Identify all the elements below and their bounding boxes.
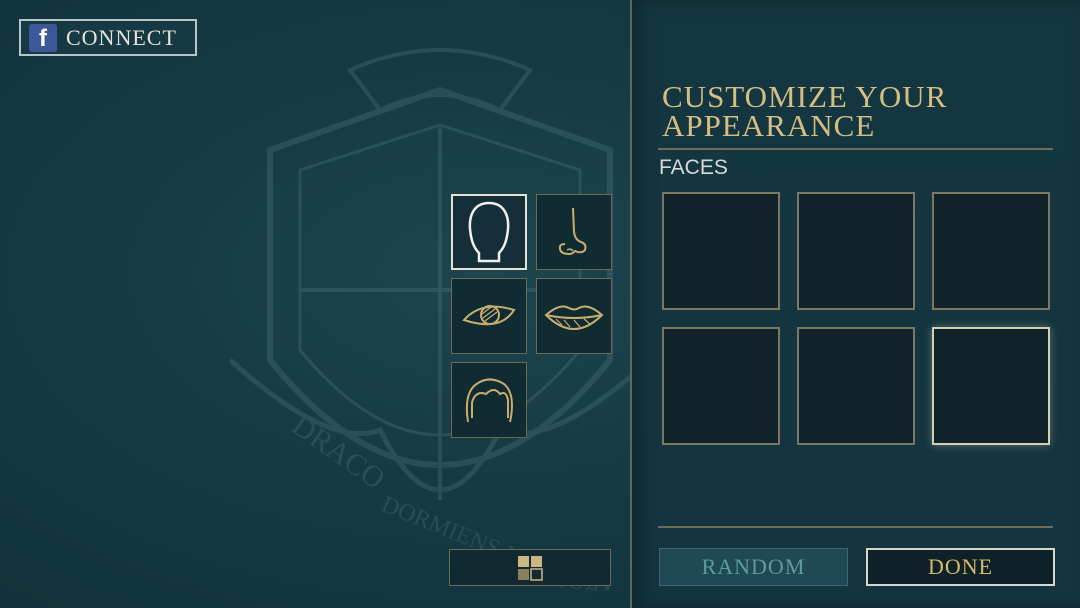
lips-icon: [544, 305, 604, 331]
face-option-4[interactable]: [662, 327, 780, 445]
feature-hair-button[interactable]: [451, 362, 527, 438]
feature-eyes-button[interactable]: [451, 278, 527, 354]
crest-motto-1: DRACO: [286, 409, 391, 496]
bottom-divider: [658, 526, 1053, 528]
feature-lips-button[interactable]: [536, 278, 612, 354]
eye-icon: [462, 305, 516, 326]
facebook-connect-label: CONNECT: [66, 24, 177, 50]
view-toggle-button[interactable]: [449, 549, 611, 586]
face-option-5[interactable]: [797, 327, 915, 445]
hair-icon: [465, 378, 513, 423]
title-line-1: CUSTOMIZE YOUR: [662, 79, 948, 114]
section-label-faces: FACES: [659, 156, 728, 179]
face-option-3[interactable]: [932, 192, 1050, 310]
random-button[interactable]: RANDOM: [659, 548, 848, 586]
feature-nose-button[interactable]: [536, 194, 612, 270]
face-option-2[interactable]: [797, 192, 915, 310]
facebook-connect-button[interactable]: f CONNECT: [19, 19, 197, 56]
title-divider: [658, 148, 1053, 150]
feature-face-button[interactable]: [451, 194, 527, 270]
face-option-6[interactable]: [932, 327, 1050, 445]
done-button[interactable]: DONE: [866, 548, 1055, 586]
title-line-2: APPEARANCE: [662, 108, 876, 143]
face-option-1[interactable]: [662, 192, 780, 310]
nose-icon: [558, 207, 587, 256]
page-title: CUSTOMIZE YOUR APPEARANCE: [662, 79, 1062, 143]
grid-icon: [518, 555, 543, 581]
facebook-icon: f: [29, 23, 57, 52]
face-outline-icon: [468, 201, 510, 263]
